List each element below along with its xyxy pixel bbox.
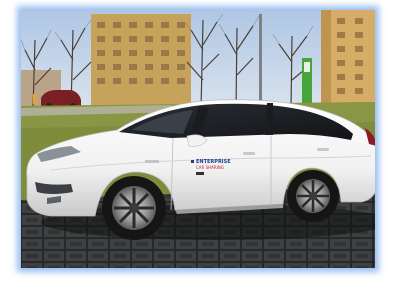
apartment-building-right <box>321 10 375 106</box>
branding-line-2: CAR SHARING <box>196 165 224 170</box>
door-handle <box>317 148 329 151</box>
door-handle <box>243 152 255 155</box>
apartment-building-left <box>91 14 191 106</box>
front-wheel <box>102 176 166 240</box>
street-pole <box>259 14 262 106</box>
car-photo: ENTERPRISE CAR SHARING <box>21 10 375 268</box>
yellow-post <box>33 94 37 104</box>
rear-wheel <box>287 170 339 222</box>
charging-station <box>302 58 312 108</box>
photo-frame: ENTERPRISE CAR SHARING <box>21 10 375 268</box>
